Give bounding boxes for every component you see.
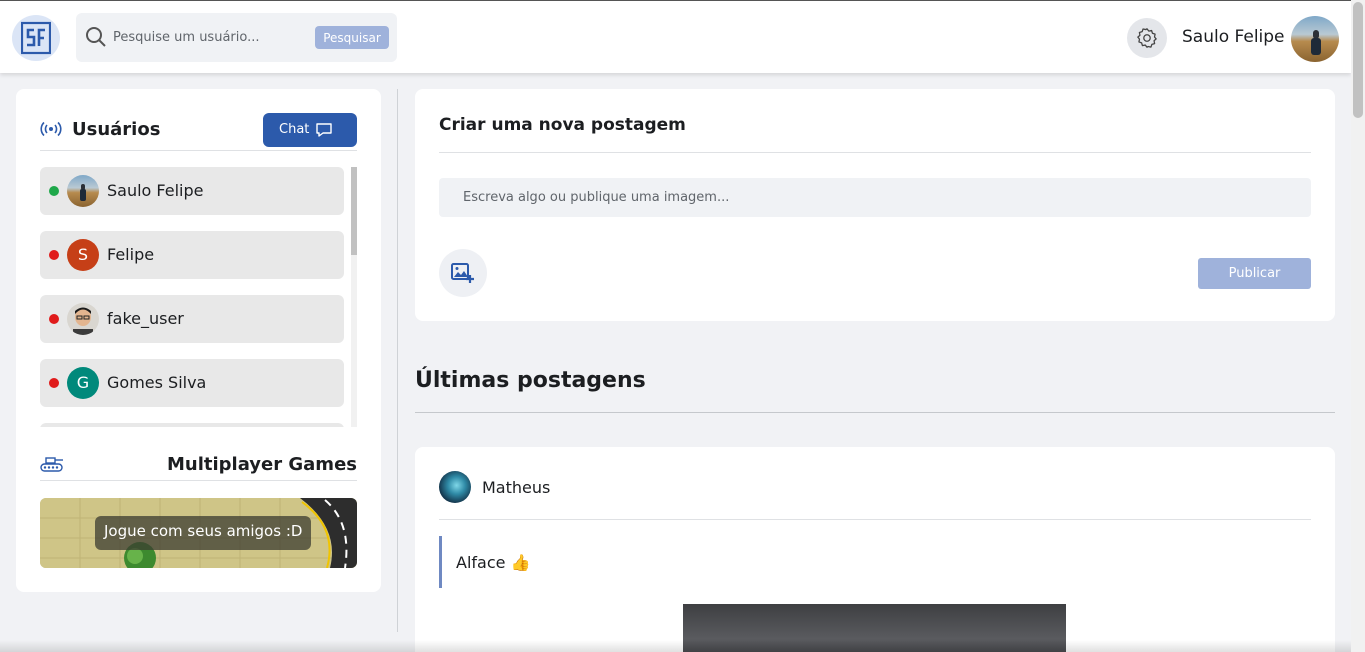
games-header: Multiplayer Games [40, 449, 357, 481]
user-name: Gomes Silva [107, 373, 207, 392]
list-item[interactable]: fake_user [40, 295, 344, 343]
post-quote-bar [439, 536, 442, 588]
post-text-input[interactable] [439, 178, 1311, 217]
avatar-photo [1311, 30, 1321, 55]
page-scrollbar[interactable] [1351, 0, 1365, 652]
user-name: Felipe [107, 245, 155, 264]
create-post-divider [439, 152, 1311, 153]
page-scrollbar-thumb[interactable] [1353, 2, 1363, 118]
gear-icon [1137, 28, 1157, 48]
offline-status-dot [49, 250, 59, 260]
user-list-scrollbar-thumb[interactable] [351, 167, 357, 255]
current-user-name[interactable]: Saulo Felipe [1182, 27, 1285, 47]
avatar[interactable] [439, 471, 471, 503]
user-list[interactable]: Saulo Felipe S Felipe fake_user G Gomes … [40, 167, 357, 427]
post-card: Matheus Alface 👍 [415, 447, 1335, 652]
chat-button[interactable]: Chat [263, 113, 357, 147]
games-banner[interactable]: Jogue com seus amigos :D [40, 498, 357, 568]
offline-status-dot [49, 314, 59, 324]
app-logo[interactable] [12, 15, 60, 61]
publish-button[interactable]: Publicar [1198, 258, 1311, 289]
avatar: G [67, 367, 99, 399]
search-icon [86, 27, 106, 47]
viewport-bottom-shadow [0, 640, 1351, 652]
user-list-scrollbar[interactable] [351, 167, 357, 427]
latest-posts-title: Últimas postagens [415, 368, 646, 393]
chat-bubble-icon [316, 123, 332, 137]
add-image-icon [451, 263, 474, 283]
users-header: Usuários Chat [40, 113, 357, 151]
user-name: fake_user [107, 309, 184, 328]
users-sidebar: Usuários Chat Saulo Felipe S Felipe fake… [16, 89, 381, 592]
chat-button-label: Chat [279, 122, 310, 137]
avatar [67, 175, 99, 207]
users-title: Usuários [72, 119, 161, 140]
post-divider [439, 519, 1311, 520]
user-name: Saulo Felipe [107, 181, 204, 200]
list-item[interactable]: S Felipe [40, 231, 344, 279]
logo-icon [21, 21, 51, 55]
avatar [67, 303, 99, 335]
top-navbar: Pesquisar Saulo Felipe [0, 0, 1351, 73]
create-post-card: Criar uma nova postagem Publicar [415, 89, 1335, 321]
column-divider [397, 89, 398, 632]
current-user-avatar[interactable] [1291, 16, 1339, 62]
avatar: S [67, 239, 99, 271]
tank-icon [40, 457, 63, 472]
offline-status-dot [49, 378, 59, 388]
search-input[interactable] [113, 27, 303, 47]
create-post-title: Criar uma nova postagem [439, 115, 686, 135]
online-status-dot [49, 186, 59, 196]
settings-button[interactable] [1127, 18, 1167, 58]
list-item[interactable]: Saulo Felipe [40, 167, 344, 215]
user-search: Pesquisar [76, 13, 397, 62]
post-author[interactable]: Matheus [482, 478, 550, 497]
list-item[interactable]: G Gomes Silva [40, 359, 344, 407]
games-title: Multiplayer Games [166, 454, 357, 475]
add-image-button[interactable] [439, 249, 487, 297]
broadcast-icon [40, 121, 62, 137]
search-button[interactable]: Pesquisar [315, 26, 389, 49]
post-text: Alface 👍 [456, 553, 531, 572]
list-item[interactable] [40, 423, 344, 427]
latest-posts-divider [415, 412, 1335, 413]
games-banner-text: Jogue com seus amigos :D [95, 516, 312, 550]
